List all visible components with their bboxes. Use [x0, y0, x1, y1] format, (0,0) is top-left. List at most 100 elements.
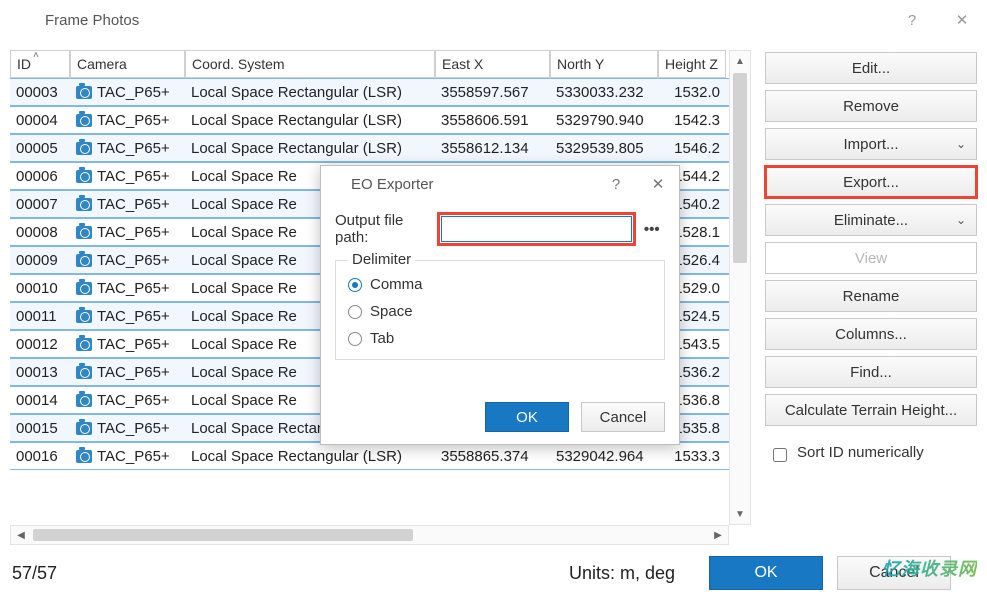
eo-exporter-dialog: EO Exporter ? ✕ Output file path: ••• De… [320, 165, 680, 445]
delimiter-comma-radio[interactable]: Comma [348, 276, 652, 293]
columns-button[interactable]: Columns... [765, 318, 977, 350]
col-id[interactable]: ID [10, 50, 70, 78]
col-camera[interactable]: Camera [70, 50, 185, 78]
hscroll-thumb[interactable] [33, 529, 413, 541]
modal-ok-button[interactable]: OK [485, 402, 569, 432]
cell-camera: TAC_P65+ [70, 247, 185, 273]
import-label: Import... [843, 136, 898, 153]
col-coord-system[interactable]: Coord. System [185, 50, 435, 78]
scroll-down-icon[interactable]: ▼ [730, 504, 750, 524]
cell-id: 00007 [10, 191, 70, 217]
close-button[interactable]: ✕ [937, 0, 987, 40]
col-east-x[interactable]: East X [435, 50, 550, 78]
import-button[interactable]: Import...⌄ [765, 128, 977, 160]
eliminate-button[interactable]: Eliminate...⌄ [765, 204, 977, 236]
cell-camera: TAC_P65+ [70, 107, 185, 133]
camera-icon [76, 86, 92, 99]
camera-icon [76, 254, 92, 267]
cell-coord-system: Local Space Rectangular (LSR) [185, 443, 435, 469]
browse-button[interactable]: ••• [638, 216, 665, 242]
camera-icon [76, 226, 92, 239]
cell-id: 00012 [10, 331, 70, 357]
table-row[interactable]: 00016TAC_P65+Local Space Rectangular (LS… [10, 442, 729, 470]
camera-icon [76, 450, 92, 463]
col-height-z[interactable]: Height Z [658, 50, 726, 78]
radio-icon [348, 278, 362, 292]
cell-height-z: 1533.3 [658, 443, 726, 469]
col-north-y[interactable]: North Y [550, 50, 658, 78]
output-path-input[interactable] [441, 216, 632, 242]
output-path-label: Output file path: [335, 212, 435, 246]
calc-terrain-button[interactable]: Calculate Terrain Height... [765, 394, 977, 426]
export-button[interactable]: Export... [765, 166, 977, 198]
help-button[interactable]: ? [887, 0, 937, 40]
cell-id: 00016 [10, 443, 70, 469]
table-row[interactable]: 00003TAC_P65+Local Space Rectangular (LS… [10, 78, 729, 106]
sort-id-checkbox[interactable] [773, 448, 787, 462]
cell-camera: TAC_P65+ [70, 79, 185, 105]
cell-camera: TAC_P65+ [70, 219, 185, 245]
radio-label: Comma [370, 276, 423, 293]
cell-camera: TAC_P65+ [70, 359, 185, 385]
camera-icon [76, 338, 92, 351]
cell-north-y: 5329042.964 [550, 443, 658, 469]
edit-button[interactable]: Edit... [765, 52, 977, 84]
cell-id: 00009 [10, 247, 70, 273]
cell-id: 00006 [10, 163, 70, 189]
modal-help-button[interactable]: ? [595, 166, 637, 202]
radio-icon [348, 305, 362, 319]
radio-icon [348, 332, 362, 346]
modal-titlebar: EO Exporter ? ✕ [321, 166, 679, 202]
table-row[interactable]: 00005TAC_P65+Local Space Rectangular (LS… [10, 134, 729, 162]
cell-camera: TAC_P65+ [70, 303, 185, 329]
cell-camera: TAC_P65+ [70, 331, 185, 357]
cell-north-y: 5329539.805 [550, 135, 658, 161]
sort-id-checkbox-row[interactable]: Sort ID numerically [765, 434, 977, 484]
cell-height-z: 1542.3 [658, 107, 726, 133]
rename-button[interactable]: Rename [765, 280, 977, 312]
window-titlebar: Frame Photos ? ✕ [0, 0, 987, 40]
modal-cancel-button[interactable]: Cancel [581, 402, 665, 432]
row-count: 57/57 [12, 563, 57, 584]
scroll-thumb[interactable] [733, 73, 747, 263]
camera-icon [76, 198, 92, 211]
scroll-right-icon[interactable]: ▶ [708, 526, 728, 544]
side-panel: Edit... Remove Import...⌄ Export... Elim… [765, 50, 977, 545]
scroll-left-icon[interactable]: ◀ [11, 526, 31, 544]
cell-id: 00013 [10, 359, 70, 385]
cell-height-z: 1546.2 [658, 135, 726, 161]
horizontal-scrollbar[interactable]: ◀ ▶ [10, 525, 729, 545]
cell-camera: TAC_P65+ [70, 191, 185, 217]
delimiter-space-radio[interactable]: Space [348, 303, 652, 320]
cell-id: 00014 [10, 387, 70, 413]
cell-camera: TAC_P65+ [70, 135, 185, 161]
radio-label: Space [370, 303, 413, 320]
cell-east-x: 3558865.374 [435, 443, 550, 469]
vertical-scrollbar[interactable]: ▲ ▼ [729, 50, 751, 525]
camera-icon [76, 142, 92, 155]
cell-east-x: 3558612.134 [435, 135, 550, 161]
footer: 57/57 Units: m, deg OK Cancel [12, 553, 975, 593]
remove-button[interactable]: Remove [765, 90, 977, 122]
dialog-ok-button[interactable]: OK [709, 556, 823, 590]
cell-id: 00008 [10, 219, 70, 245]
watermark: 忆海收录网 [882, 555, 977, 581]
camera-icon [76, 310, 92, 323]
delimiter-legend: Delimiter [348, 251, 415, 268]
cell-coord-system: Local Space Rectangular (LSR) [185, 107, 435, 133]
camera-icon [76, 394, 92, 407]
camera-icon [76, 422, 92, 435]
modal-close-button[interactable]: ✕ [637, 166, 679, 202]
camera-icon [76, 170, 92, 183]
cell-camera: TAC_P65+ [70, 443, 185, 469]
scroll-up-icon[interactable]: ▲ [730, 51, 750, 71]
table-row[interactable]: 00004TAC_P65+Local Space Rectangular (LS… [10, 106, 729, 134]
find-button[interactable]: Find... [765, 356, 977, 388]
cell-camera: TAC_P65+ [70, 275, 185, 301]
cell-id: 00003 [10, 79, 70, 105]
cell-id: 00011 [10, 303, 70, 329]
camera-icon [76, 114, 92, 127]
cell-north-y: 5330033.232 [550, 79, 658, 105]
delimiter-tab-radio[interactable]: Tab [348, 330, 652, 347]
radio-label: Tab [370, 330, 394, 347]
